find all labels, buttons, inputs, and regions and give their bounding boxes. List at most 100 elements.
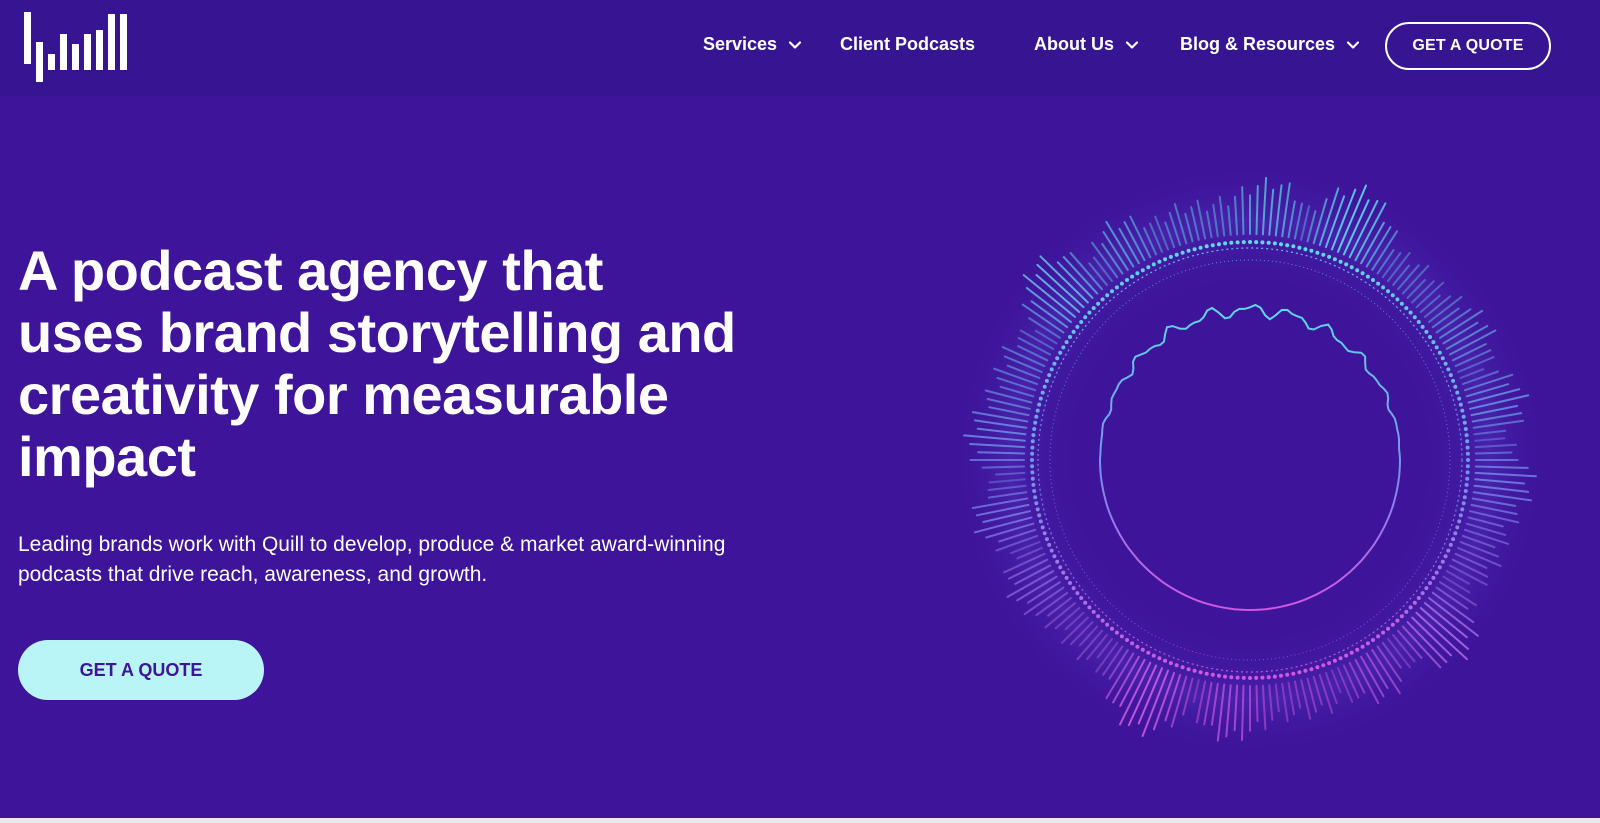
wave-dot bbox=[1376, 281, 1381, 286]
wave-dot bbox=[1408, 310, 1413, 315]
wave-dot bbox=[1180, 250, 1185, 255]
wave-dot bbox=[1140, 268, 1145, 273]
hero-title: A podcast agency that uses brand storyte… bbox=[18, 240, 778, 488]
wave-dot bbox=[1192, 668, 1197, 673]
wave-dot bbox=[1424, 329, 1429, 334]
wave-dot bbox=[1465, 445, 1470, 450]
wave-dot bbox=[1044, 537, 1049, 542]
wave-dot bbox=[1420, 324, 1425, 329]
wave-dot bbox=[1168, 254, 1173, 259]
wave-dot bbox=[1462, 495, 1467, 500]
wave-dot bbox=[1110, 289, 1114, 294]
wave-dot bbox=[1032, 427, 1037, 431]
wave-dot bbox=[1052, 554, 1057, 559]
wave-dot bbox=[1157, 656, 1162, 661]
hero-title-line: A podcast agency that bbox=[18, 239, 603, 302]
wave-dot bbox=[1260, 675, 1265, 680]
bottom-divider bbox=[0, 818, 1600, 823]
wave-dot bbox=[1327, 661, 1332, 666]
wave-dot bbox=[1071, 586, 1076, 591]
wave-dot bbox=[1157, 259, 1162, 264]
wave-dot bbox=[1395, 618, 1400, 623]
wave-dot bbox=[1119, 634, 1124, 639]
wave-dot bbox=[1399, 614, 1404, 619]
quill-logo-icon[interactable] bbox=[24, 12, 132, 82]
wave-dot bbox=[1451, 537, 1456, 542]
nav-about-us[interactable]: About Us bbox=[1034, 34, 1140, 55]
nav-services[interactable]: Services bbox=[703, 34, 803, 55]
wave-dot bbox=[1168, 661, 1173, 666]
wave-ray bbox=[977, 451, 1026, 455]
wave-dot bbox=[1440, 559, 1445, 564]
wave-dot bbox=[1315, 665, 1320, 670]
wave-dot bbox=[1040, 390, 1045, 395]
wave-dot bbox=[1087, 605, 1092, 610]
wave-dot bbox=[1321, 663, 1326, 668]
wave-dot bbox=[1309, 667, 1314, 672]
nav-client-podcasts[interactable]: Client Podcasts bbox=[840, 34, 975, 55]
wave-dot bbox=[1031, 482, 1036, 487]
wave-dot bbox=[1455, 390, 1460, 395]
wave-dot bbox=[1248, 676, 1252, 680]
nav-client-podcasts-label: Client Podcasts bbox=[840, 34, 976, 54]
wave-dot bbox=[1192, 247, 1197, 252]
wave-dot bbox=[1064, 340, 1069, 345]
wave-dot bbox=[1204, 671, 1209, 676]
wave-dot bbox=[1458, 513, 1463, 518]
wave-dot bbox=[1064, 575, 1069, 580]
wave-dot bbox=[1279, 242, 1283, 247]
wave-dot bbox=[1130, 274, 1135, 279]
wave-dot bbox=[1321, 252, 1326, 257]
wave-dot bbox=[1461, 501, 1466, 506]
wave-dot bbox=[1198, 245, 1203, 250]
wave-dot bbox=[1365, 641, 1370, 646]
wave-dot bbox=[1030, 470, 1035, 475]
wave-dot bbox=[1068, 335, 1072, 339]
wave-dot bbox=[1223, 241, 1228, 246]
wave-dot bbox=[1140, 647, 1145, 652]
wave-dot bbox=[1034, 501, 1039, 506]
wave-dot bbox=[1174, 663, 1179, 668]
wave-dot bbox=[1463, 489, 1468, 493]
wave-dot bbox=[1457, 396, 1462, 401]
wave-dot bbox=[1260, 240, 1265, 245]
wave-dot bbox=[1033, 495, 1038, 500]
wave-dot bbox=[1443, 554, 1448, 559]
wave-dot bbox=[1466, 458, 1470, 462]
wave-dot bbox=[1428, 335, 1432, 339]
wave-dot bbox=[1376, 634, 1381, 639]
hero-get-a-quote-button[interactable]: GET A QUOTE bbox=[18, 640, 264, 700]
wave-dot bbox=[1075, 324, 1080, 329]
wave-dot bbox=[1031, 433, 1036, 438]
wave-dot bbox=[1416, 320, 1421, 324]
wave-dot bbox=[1254, 675, 1259, 680]
wave-dot bbox=[1455, 525, 1460, 530]
wave-dot bbox=[1030, 458, 1034, 462]
wave-dot bbox=[1371, 278, 1375, 282]
wave-dot bbox=[1465, 476, 1470, 481]
wave-dot bbox=[1458, 402, 1463, 407]
wave-dot bbox=[1042, 384, 1047, 389]
wave-dot bbox=[1034, 414, 1039, 419]
wave-dot bbox=[1443, 361, 1448, 366]
wave-dot bbox=[1186, 248, 1191, 253]
wave-dot bbox=[1297, 670, 1302, 675]
wave-dot bbox=[1100, 618, 1105, 623]
nav-about-us-label: About Us bbox=[1034, 34, 1114, 54]
wave-dot bbox=[1355, 647, 1360, 652]
wave-dot bbox=[1460, 408, 1465, 413]
wave-dot bbox=[1344, 653, 1349, 658]
wave-dot bbox=[1035, 408, 1040, 413]
wave-dot bbox=[1083, 600, 1088, 605]
wave-dot bbox=[1146, 265, 1151, 270]
header-get-a-quote-button[interactable]: GET A QUOTE bbox=[1385, 22, 1551, 70]
wave-dot bbox=[1291, 244, 1296, 249]
wave-dot bbox=[1119, 281, 1124, 286]
wave-dot bbox=[1412, 600, 1417, 605]
wave-ray bbox=[1255, 185, 1259, 236]
wave-dot bbox=[1038, 396, 1043, 401]
nav-blog-resources[interactable]: Blog & Resources bbox=[1180, 34, 1361, 55]
wave-dot bbox=[1061, 345, 1066, 350]
wave-dot bbox=[1462, 420, 1467, 425]
wave-dot bbox=[1408, 605, 1413, 610]
